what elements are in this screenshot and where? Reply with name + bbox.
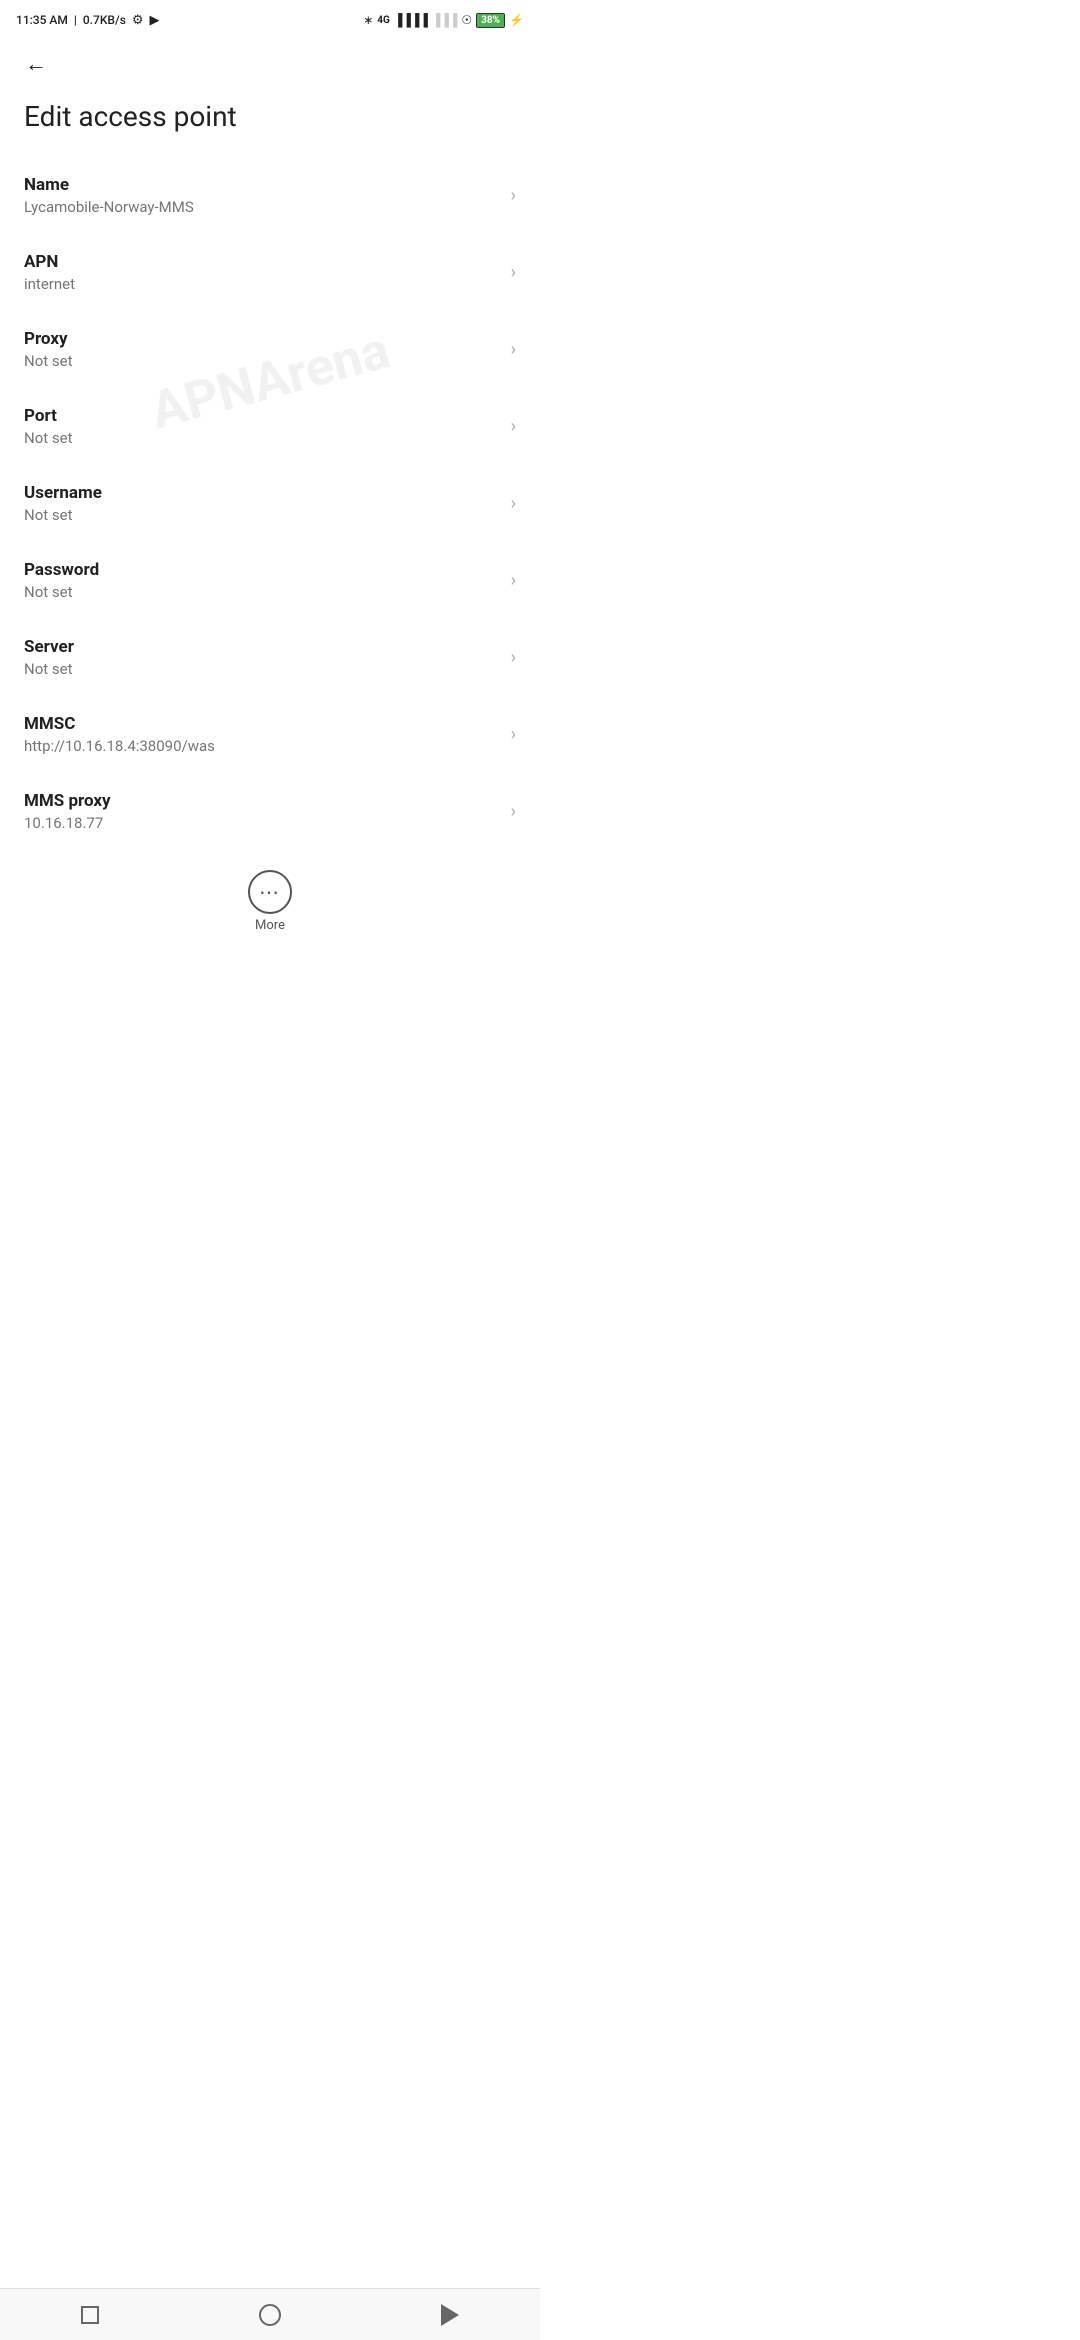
settings-item-mms-proxy[interactable]: MMS proxy 10.16.18.77 › bbox=[0, 773, 540, 850]
recent-apps-icon bbox=[81, 2306, 99, 2324]
bottom-nav bbox=[0, 2288, 540, 2340]
settings-item-value: Not set bbox=[24, 506, 503, 524]
settings-item-label: Name bbox=[24, 175, 503, 195]
settings-item-server[interactable]: Server Not set › bbox=[0, 619, 540, 696]
page-title: Edit access point bbox=[0, 92, 540, 157]
settings-item-password[interactable]: Password Not set › bbox=[0, 542, 540, 619]
settings-item-label: Username bbox=[24, 483, 503, 503]
settings-item-value: Not set bbox=[24, 660, 503, 678]
settings-item-value: internet bbox=[24, 275, 503, 293]
recent-apps-button[interactable] bbox=[60, 2293, 120, 2337]
settings-item-apn[interactable]: APN internet › bbox=[0, 234, 540, 311]
settings-item-proxy[interactable]: Proxy Not set › bbox=[0, 311, 540, 388]
settings-item-value: Not set bbox=[24, 429, 503, 447]
chevron-right-icon: › bbox=[511, 339, 516, 360]
settings-item-label: MMSC bbox=[24, 714, 503, 734]
settings-item-content: MMSC http://10.16.18.4:38090/was bbox=[24, 714, 503, 755]
charging-icon: ⚡ bbox=[509, 13, 524, 27]
back-nav-icon bbox=[441, 2304, 459, 2326]
back-nav-button[interactable] bbox=[420, 2293, 480, 2337]
settings-item-content: APN internet bbox=[24, 252, 503, 293]
status-left: 11:35 AM | 0.7KB/s ⚙ ▶ bbox=[16, 13, 160, 28]
chevron-right-icon: › bbox=[511, 416, 516, 437]
settings-item-value: Not set bbox=[24, 352, 503, 370]
settings-item-content: Port Not set bbox=[24, 406, 503, 447]
back-arrow-icon: ← bbox=[25, 51, 47, 77]
settings-item-label: Password bbox=[24, 560, 503, 580]
settings-item-value: Not set bbox=[24, 583, 503, 601]
chevron-right-icon: › bbox=[511, 570, 516, 591]
settings-item-label: Proxy bbox=[24, 329, 503, 349]
settings-item-content: Proxy Not set bbox=[24, 329, 503, 370]
more-section: ⋯ More bbox=[0, 854, 540, 949]
settings-item-content: Name Lycamobile-Norway-MMS bbox=[24, 175, 503, 216]
signal-4g-icon: 4G bbox=[377, 15, 390, 26]
status-right: ∗ 4G ▐▐▐▐ ▐▐▐ ☉ 38% ⚡ bbox=[363, 13, 524, 28]
more-button[interactable]: ⋯ More bbox=[248, 870, 292, 933]
wifi-icon: ☉ bbox=[461, 13, 472, 27]
settings-item-content: MMS proxy 10.16.18.77 bbox=[24, 791, 503, 832]
settings-item-label: MMS proxy bbox=[24, 791, 503, 811]
content-wrapper: NameLycamobile-Norway-MMS›APNinternet›Pr… bbox=[0, 157, 540, 1069]
settings-item-mmsc[interactable]: MMSC http://10.16.18.4:38090/was › bbox=[0, 696, 540, 773]
back-button[interactable]: ← bbox=[16, 44, 56, 84]
settings-item-username[interactable]: Username Not set › bbox=[0, 465, 540, 542]
battery-icon: 38% bbox=[476, 13, 505, 28]
settings-icon: ⚙ bbox=[132, 13, 144, 28]
chevron-right-icon: › bbox=[511, 647, 516, 668]
more-label: More bbox=[255, 918, 285, 933]
settings-item-label: APN bbox=[24, 252, 503, 272]
chevron-right-icon: › bbox=[511, 262, 516, 283]
settings-item-value: Lycamobile-Norway-MMS bbox=[24, 198, 503, 216]
settings-item-value: 10.16.18.77 bbox=[24, 814, 503, 832]
settings-item-label: Server bbox=[24, 637, 503, 657]
chevron-right-icon: › bbox=[511, 724, 516, 745]
camera-icon: ▶ bbox=[150, 13, 160, 28]
time: 11:35 AM bbox=[16, 13, 68, 27]
settings-item-name[interactable]: Name Lycamobile-Norway-MMS › bbox=[0, 157, 540, 234]
chevron-right-icon: › bbox=[511, 493, 516, 514]
settings-item-value: http://10.16.18.4:38090/was bbox=[24, 737, 503, 755]
settings-item-content: Username Not set bbox=[24, 483, 503, 524]
speed: 0.7KB/s bbox=[83, 13, 126, 27]
home-icon bbox=[259, 2304, 281, 2326]
top-nav: ← bbox=[0, 36, 540, 92]
status-bar: 11:35 AM | 0.7KB/s ⚙ ▶ ∗ 4G ▐▐▐▐ ▐▐▐ ☉ 3… bbox=[0, 0, 540, 36]
more-circle-icon: ⋯ bbox=[248, 870, 292, 914]
signal-bars2-icon: ▐▐▐ bbox=[432, 13, 458, 27]
settings-item-label: Port bbox=[24, 406, 503, 426]
separator: | bbox=[74, 13, 77, 27]
home-button[interactable] bbox=[240, 2293, 300, 2337]
signal-bars-icon: ▐▐▐▐ bbox=[394, 13, 428, 27]
chevron-right-icon: › bbox=[511, 801, 516, 822]
chevron-right-icon: › bbox=[511, 185, 516, 206]
settings-item-content: Password Not set bbox=[24, 560, 503, 601]
bluetooth-icon: ∗ bbox=[363, 13, 373, 27]
settings-item-content: Server Not set bbox=[24, 637, 503, 678]
settings-list: NameLycamobile-Norway-MMS›APNinternet›Pr… bbox=[0, 157, 540, 850]
settings-item-port[interactable]: Port Not set › bbox=[0, 388, 540, 465]
